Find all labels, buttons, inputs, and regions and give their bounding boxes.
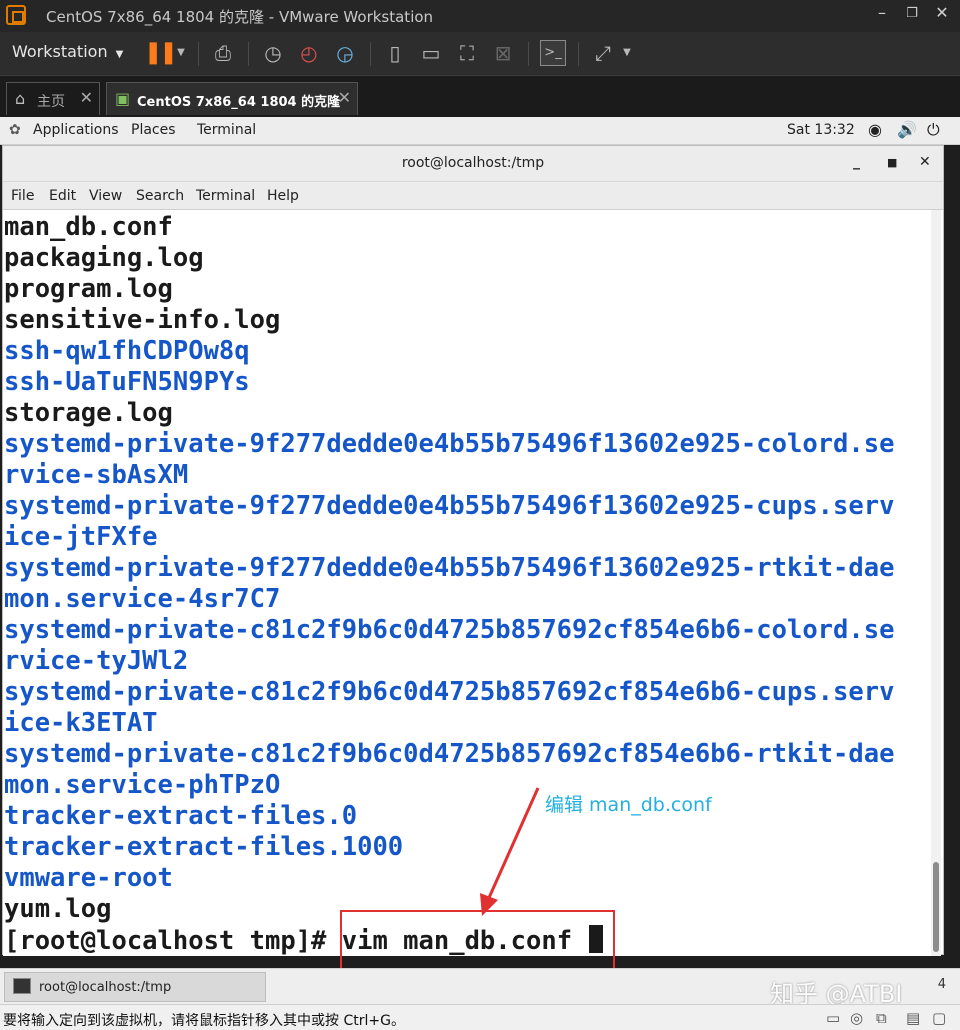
terminal-line: storage.log: [4, 398, 173, 428]
tab-vm-label: CentOS 7x86_64 1804 的克隆: [137, 95, 341, 110]
vmware-tab-bar: ⌂ 主页 ✕ ▣ CentOS 7x86_64 1804 的克隆 ✕: [0, 77, 960, 117]
menu-search[interactable]: Search: [136, 188, 184, 204]
thumbnail-bar-icon[interactable]: ▭: [418, 40, 444, 66]
vmware-logo-icon: [6, 5, 26, 25]
menu-edit[interactable]: Edit: [49, 188, 76, 204]
minimize-icon[interactable]: _: [853, 154, 860, 170]
volume-icon[interactable]: 🔊: [897, 120, 917, 139]
tab-home[interactable]: ⌂ 主页 ✕: [6, 82, 100, 115]
display-icon[interactable]: ▢: [932, 1009, 946, 1027]
applications-menu[interactable]: Applications: [33, 122, 119, 138]
terminal-line: tracker-extract-files.1000: [4, 832, 404, 862]
terminal-line: mon.service-phTPzO: [4, 770, 281, 800]
chevron-down-icon: ▼: [115, 49, 124, 60]
restore-icon[interactable]: ❐: [902, 6, 922, 21]
prompt: [root@localhost tmp]#: [4, 926, 342, 956]
terminal-line: ice-k3ETAT: [4, 708, 158, 738]
maximize-icon[interactable]: ■: [887, 156, 897, 169]
revert-snapshot-icon[interactable]: ◴: [296, 40, 322, 66]
pause-dropdown-icon[interactable]: ▼: [168, 40, 194, 66]
hdd-icon[interactable]: ▭: [826, 1009, 840, 1027]
terminal-icon: [13, 978, 31, 994]
unity-icon[interactable]: ⊠: [490, 40, 516, 66]
terminal-line: systemd-private-c81c2f9b6c0d4725b857692c…: [4, 615, 895, 645]
taskbar-terminal-item[interactable]: root@localhost:/tmp: [4, 972, 266, 1002]
annotation-label: 编辑 man_db.conf: [545, 794, 712, 816]
tab-home-label: 主页: [37, 94, 65, 110]
terminal-header: root@localhost:/tmp _ ■ ✕: [3, 146, 943, 182]
network-adapter-icon[interactable]: ⧉: [876, 1009, 887, 1027]
stretch-dropdown-icon[interactable]: ▼: [614, 40, 640, 66]
close-icon[interactable]: ✕: [919, 154, 931, 170]
console-view-icon[interactable]: >_: [540, 40, 566, 66]
workspace-indicator[interactable]: 4: [938, 977, 946, 992]
home-icon: ⌂: [15, 89, 26, 108]
menu-view[interactable]: View: [89, 188, 122, 204]
terminal-line: packaging.log: [4, 243, 204, 273]
window-title: CentOS 7x86_64 1804 的克隆 - VMware Worksta…: [46, 8, 434, 26]
terminal-scrollbar[interactable]: [931, 210, 941, 956]
places-menu[interactable]: Places: [131, 122, 176, 138]
usb-icon[interactable]: ▤: [906, 1009, 920, 1027]
terminal-line: man_db.conf: [4, 212, 173, 242]
tab-close-icon[interactable]: ✕: [338, 88, 351, 107]
power-icon[interactable]: ⏻: [927, 120, 940, 140]
terminal-line: ssh-UaTuFN5N9PYs: [4, 367, 250, 397]
menu-file[interactable]: File: [11, 188, 34, 204]
terminal-line: systemd-private-9f277dedde0e4b55b75496f1…: [4, 553, 895, 583]
tab-close-icon[interactable]: ✕: [80, 88, 93, 107]
terminal-line: rvice-sbAsXM: [4, 460, 189, 490]
terminal-menubar: File Edit View Search Terminal Help: [3, 182, 943, 210]
terminal-line: sensitive-info.log: [4, 305, 281, 335]
send-ctrl-alt-del-icon[interactable]: ⎙: [210, 40, 236, 66]
terminal-line: systemd-private-c81c2f9b6c0d4725b857692c…: [4, 739, 895, 769]
vmware-status-bar: 要将输入定向到该虚拟机，请将鼠标指针移入其中或按 Ctrl+G。 ▭ ◎ ⧉ ▤…: [0, 1004, 960, 1030]
menu-terminal[interactable]: Terminal: [196, 188, 255, 204]
terminal-line: vmware-root: [4, 863, 173, 893]
workstation-menu-label: Workstation: [12, 42, 108, 61]
tab-vm[interactable]: ▣ CentOS 7x86_64 1804 的克隆 ✕: [106, 82, 358, 115]
stretch-icon[interactable]: ⤢: [590, 40, 616, 66]
menu-help[interactable]: Help: [267, 188, 299, 204]
pause-icon[interactable]: ❚❚: [144, 40, 178, 66]
minimize-icon[interactable]: –: [872, 3, 892, 22]
taskbar-item-label: root@localhost:/tmp: [39, 980, 172, 995]
terminal-title: root@localhost:/tmp: [401, 155, 545, 171]
terminal-output[interactable]: man_db.conf packaging.log program.log se…: [3, 210, 933, 956]
cdrom-icon[interactable]: ◎: [850, 1009, 863, 1027]
vmware-title-bar: CentOS 7x86_64 1804 的克隆 - VMware Worksta…: [0, 0, 960, 32]
vmware-toolbar: Workstation ▼ ❚❚ ▼ ⎙ ◷ ◴ ◶ ▯ ▭ ⛶ ⊠ >_ ⤢ ▼: [0, 32, 960, 76]
sidebar-toggle-icon[interactable]: ▯: [382, 40, 408, 66]
terminal-line: systemd-private-9f277dedde0e4b55b75496f1…: [4, 491, 895, 521]
terminal-line: rvice-tyJWl2: [4, 646, 189, 676]
terminal-line: tracker-extract-files.0: [4, 801, 358, 831]
scrollbar-thumb[interactable]: [933, 862, 939, 952]
terminal-line: systemd-private-c81c2f9b6c0d4725b857692c…: [4, 677, 895, 707]
terminal-line: ice-jtFXfe: [4, 522, 158, 552]
workstation-menu-button[interactable]: Workstation ▼: [12, 42, 123, 61]
clock[interactable]: Sat 13:32: [787, 122, 855, 138]
snapshot-icon[interactable]: ◷: [260, 40, 286, 66]
fullscreen-icon[interactable]: ⛶: [454, 40, 480, 66]
status-message: 要将输入定向到该虚拟机，请将鼠标指针移入其中或按 Ctrl+G。: [3, 1013, 405, 1029]
gnome-top-bar: ✿ Applications Places Terminal Sat 13:32…: [0, 117, 960, 145]
close-icon[interactable]: ✕: [932, 3, 952, 22]
terminal-line: ssh-qw1fhCDPOw8q: [4, 336, 250, 366]
terminal-window: root@localhost:/tmp _ ■ ✕ File Edit View…: [2, 145, 944, 956]
applications-icon: ✿: [9, 122, 21, 138]
annotation-highlight-box: [340, 910, 615, 970]
terminal-line: systemd-private-9f277dedde0e4b55b75496f1…: [4, 429, 895, 459]
snapshot-manager-icon[interactable]: ◶: [332, 40, 358, 66]
terminal-app-menu[interactable]: Terminal: [197, 122, 256, 138]
terminal-line: mon.service-4sr7C7: [4, 584, 281, 614]
vm-icon: ▣: [115, 89, 131, 108]
terminal-line: program.log: [4, 274, 173, 304]
network-icon[interactable]: ◉: [868, 120, 882, 139]
